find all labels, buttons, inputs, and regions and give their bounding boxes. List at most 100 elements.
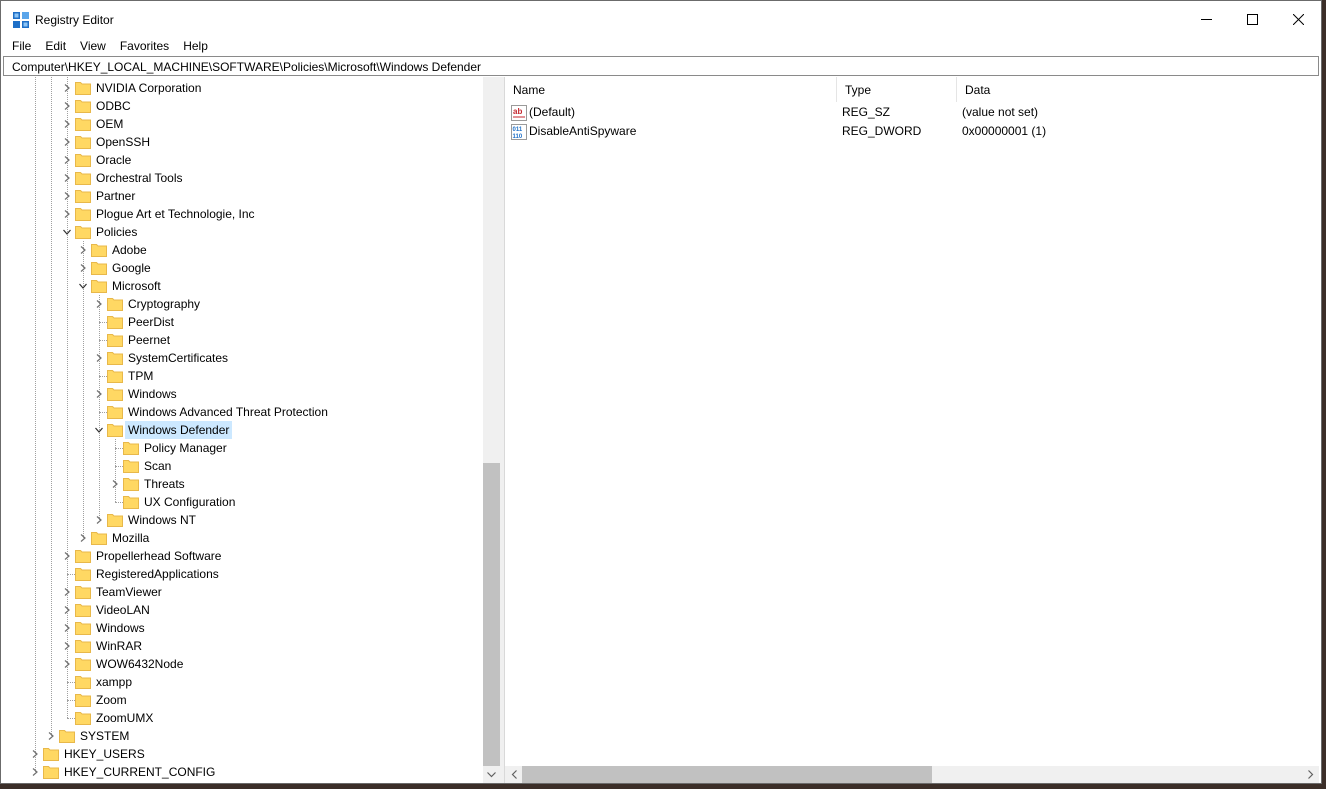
tree-node-label[interactable]: Cryptography <box>125 295 203 313</box>
menu-view[interactable]: View <box>73 37 113 56</box>
tree-node-label[interactable]: Scan <box>141 457 174 475</box>
chevron-right-icon[interactable] <box>63 102 71 110</box>
values-horizontal-scrollbar[interactable] <box>505 766 1319 783</box>
tree-node[interactable]: Windows Defender <box>3 421 481 439</box>
tree-node[interactable]: VideoLAN <box>3 601 481 619</box>
tree-node-label[interactable]: Zoom <box>93 691 130 709</box>
tree-node[interactable]: NVIDIA Corporation <box>3 79 481 97</box>
column-name[interactable]: Name <box>505 77 837 102</box>
tree-node-label[interactable]: xampp <box>93 673 135 691</box>
tree-node-label[interactable]: Partner <box>93 187 138 205</box>
chevron-right-icon[interactable] <box>63 642 71 650</box>
tree-node[interactable]: SYSTEM <box>3 727 481 745</box>
values-scroll-thumb[interactable] <box>522 766 932 783</box>
tree-node[interactable]: Oracle <box>3 151 481 169</box>
column-data[interactable]: Data <box>957 77 1157 102</box>
value-row[interactable]: ab (Default) REG_SZ (value not set) <box>505 103 1319 122</box>
chevron-right-icon[interactable] <box>95 300 103 308</box>
tree-node-label[interactable]: Mozilla <box>109 529 152 547</box>
chevron-right-icon[interactable] <box>63 174 71 182</box>
tree-node-label[interactable]: Windows <box>125 385 180 403</box>
tree-node-label[interactable]: Propellerhead Software <box>93 547 224 565</box>
chevron-right-icon[interactable] <box>47 732 55 740</box>
tree-node[interactable]: Policy Manager <box>3 439 481 457</box>
tree-node-label[interactable]: Windows <box>93 619 148 637</box>
chevron-down-icon[interactable] <box>79 282 87 290</box>
tree-node-label[interactable]: OpenSSH <box>93 133 153 151</box>
chevron-right-icon[interactable] <box>63 606 71 614</box>
tree-node-label[interactable]: OEM <box>93 115 126 133</box>
tree-node[interactable]: ODBC <box>3 97 481 115</box>
tree-node[interactable]: Windows <box>3 385 481 403</box>
chevron-down-icon[interactable] <box>95 426 103 434</box>
tree-node-label[interactable]: Oracle <box>93 151 134 169</box>
chevron-right-icon[interactable] <box>63 192 71 200</box>
chevron-right-icon[interactable] <box>95 390 103 398</box>
tree-node[interactable]: Policies <box>3 223 481 241</box>
tree-node[interactable]: ZoomUMX <box>3 709 481 727</box>
chevron-down-icon[interactable] <box>63 228 71 236</box>
tree-node-label[interactable]: ODBC <box>93 97 134 115</box>
tree-node-label[interactable]: Plogue Art et Technologie, Inc <box>93 205 258 223</box>
chevron-right-icon[interactable] <box>63 660 71 668</box>
tree-node[interactable]: Cryptography <box>3 295 481 313</box>
tree-node[interactable]: Google <box>3 259 481 277</box>
address-path[interactable]: Computer\HKEY_LOCAL_MACHINE\SOFTWARE\Pol… <box>12 60 481 74</box>
chevron-right-icon[interactable] <box>63 552 71 560</box>
tree-node-label[interactable]: Windows Defender <box>125 421 233 439</box>
chevron-right-icon[interactable] <box>31 750 39 758</box>
title-bar[interactable]: Registry Editor <box>1 1 1321 37</box>
tree-scroll-thumb[interactable] <box>483 463 500 766</box>
tree-node[interactable]: PeerDist <box>3 313 481 331</box>
tree-node-label[interactable]: TeamViewer <box>93 583 165 601</box>
chevron-right-icon[interactable] <box>63 588 71 596</box>
chevron-right-icon[interactable] <box>111 480 119 488</box>
tree-node-label[interactable]: Google <box>109 259 154 277</box>
address-bar[interactable]: Computer\HKEY_LOCAL_MACHINE\SOFTWARE\Pol… <box>3 56 1319 76</box>
tree-node[interactable]: Threats <box>3 475 481 493</box>
minimize-button[interactable] <box>1183 1 1229 37</box>
tree-node[interactable]: SystemCertificates <box>3 349 481 367</box>
tree-node-label[interactable]: Microsoft <box>109 277 164 295</box>
tree-node-label[interactable]: SystemCertificates <box>125 349 231 367</box>
tree-vertical-scrollbar[interactable] <box>483 77 500 783</box>
tree-node[interactable]: WOW6432Node <box>3 655 481 673</box>
chevron-right-icon[interactable] <box>63 84 71 92</box>
tree-node-label[interactable]: WOW6432Node <box>93 655 186 673</box>
tree-node-label[interactable]: Windows NT <box>125 511 199 529</box>
values-scroll-right-button[interactable] <box>1302 766 1319 783</box>
tree-node[interactable]: Windows <box>3 619 481 637</box>
tree-node-label[interactable]: ZoomUMX <box>93 709 156 727</box>
tree-node-label[interactable]: UX Configuration <box>141 493 238 511</box>
tree-node-label[interactable]: VideoLAN <box>93 601 153 619</box>
chevron-right-icon[interactable] <box>63 120 71 128</box>
tree-node-label[interactable]: HKEY_CURRENT_CONFIG <box>61 763 218 781</box>
tree-node-label[interactable]: Policies <box>93 223 140 241</box>
maximize-button[interactable] <box>1229 1 1275 37</box>
tree-node[interactable]: Scan <box>3 457 481 475</box>
tree-node-label[interactable]: Orchestral Tools <box>93 169 185 187</box>
tree-node-label[interactable]: Policy Manager <box>141 439 230 457</box>
chevron-right-icon[interactable] <box>95 516 103 524</box>
tree-node[interactable]: Adobe <box>3 241 481 259</box>
tree-node[interactable]: HKEY_USERS <box>3 745 481 763</box>
menu-file[interactable]: File <box>1 37 38 56</box>
tree-node-label[interactable]: Peernet <box>125 331 173 349</box>
tree-node[interactable]: UX Configuration <box>3 493 481 511</box>
chevron-right-icon[interactable] <box>95 354 103 362</box>
tree-node-label[interactable]: SYSTEM <box>77 727 132 745</box>
chevron-right-icon[interactable] <box>63 210 71 218</box>
tree-node-label[interactable]: Adobe <box>109 241 150 259</box>
close-button[interactable] <box>1275 1 1321 37</box>
tree-node-label[interactable]: HKEY_USERS <box>61 745 148 763</box>
value-row[interactable]: 011 110 DisableAntiSpyware REG_DWORD 0x00000… <box>505 122 1319 141</box>
tree-node-label[interactable]: TPM <box>125 367 156 385</box>
tree-node[interactable]: Propellerhead Software <box>3 547 481 565</box>
tree-node-label[interactable]: WinRAR <box>93 637 145 655</box>
tree-node-label[interactable]: NVIDIA Corporation <box>93 79 204 97</box>
tree-node-label[interactable]: PeerDist <box>125 313 177 331</box>
tree-node[interactable]: Partner <box>3 187 481 205</box>
tree-node-label[interactable]: Windows Advanced Threat Protection <box>125 403 331 421</box>
chevron-right-icon[interactable] <box>63 624 71 632</box>
tree-node[interactable]: TeamViewer <box>3 583 481 601</box>
